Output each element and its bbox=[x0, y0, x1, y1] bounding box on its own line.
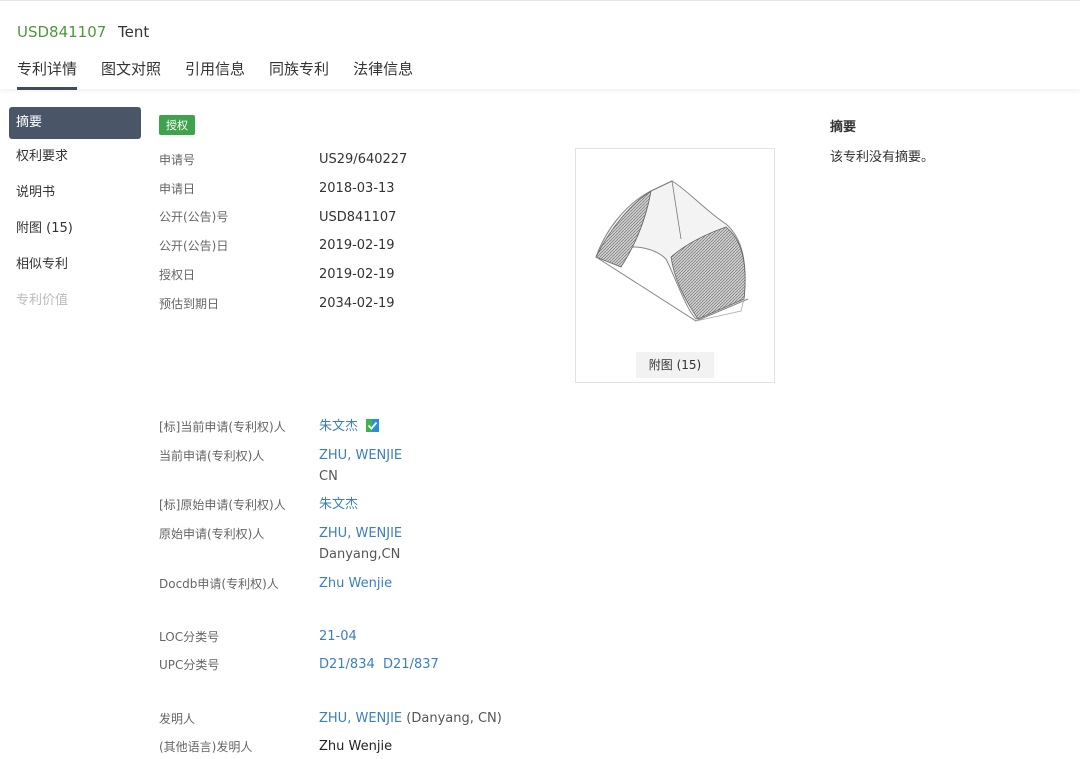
abstract-title: 摘要 bbox=[830, 120, 857, 135]
sidebar-item-abstract[interactable]: 摘要 bbox=[9, 107, 141, 139]
tab-legal-info[interactable]: 法律信息 bbox=[353, 59, 413, 87]
status-badge: 授权 bbox=[159, 115, 195, 135]
tab-image-text[interactable]: 图文对照 bbox=[101, 59, 161, 87]
sidebar-item-claims[interactable]: 权利要求 bbox=[9, 141, 141, 177]
patent-number: USD841107 bbox=[17, 23, 107, 41]
tab-family-patents[interactable]: 同族专利 bbox=[269, 59, 329, 87]
grant-date-value: 2019-02-19 bbox=[319, 267, 395, 282]
tent-drawing-image bbox=[595, 180, 749, 322]
tab-bar: 专利详情 图文对照 引用信息 同族专利 法律信息 bbox=[17, 59, 437, 90]
original-applicant-link[interactable]: ZHU, WENJIE bbox=[319, 526, 402, 541]
verified-check-icon bbox=[366, 419, 380, 432]
abstract-text: 该专利没有摘要。 bbox=[830, 150, 935, 165]
publication-number-label: 公开(公告)号 bbox=[159, 210, 229, 224]
grant-date-label: 授权日 bbox=[159, 268, 196, 282]
loc-class-link[interactable]: 21-04 bbox=[319, 629, 357, 644]
tab-citation-info[interactable]: 引用信息 bbox=[185, 59, 245, 87]
application-date-value: 2018-03-13 bbox=[319, 181, 395, 196]
std-current-applicant-link[interactable]: 朱文杰 bbox=[319, 419, 358, 434]
std-current-applicant-value-wrap: 朱文杰 bbox=[319, 416, 380, 437]
sidebar-item-description[interactable]: 说明书 bbox=[9, 177, 141, 213]
current-applicant-value-wrap: ZHU, WENJIE CN bbox=[319, 445, 402, 487]
std-original-applicant-label: [标]原始申请(专利权)人 bbox=[159, 498, 286, 512]
inventor-value-wrap: ZHU, WENJIE (Danyang, CN) bbox=[319, 708, 502, 729]
other-lang-inventor-label: (其他语言)发明人 bbox=[159, 740, 253, 754]
inventor-label: 发明人 bbox=[159, 712, 196, 726]
inventor-link[interactable]: ZHU, WENJIE bbox=[319, 711, 402, 726]
page-header: USD841107 Tent 专利详情 图文对照 引用信息 同族专利 法律信息 bbox=[0, 0, 1080, 90]
current-applicant-country: CN bbox=[319, 469, 338, 484]
sidebar: 摘要 权利要求 说明书 附图 (15) 相似专利 专利价值 bbox=[9, 107, 141, 321]
upc-class-link-2[interactable]: D21/837 bbox=[383, 657, 439, 672]
std-original-applicant-value-wrap: 朱文杰 bbox=[319, 494, 358, 515]
publication-number-value: USD841107 bbox=[319, 210, 397, 225]
docdb-applicant-value-wrap: Zhu Wenjie bbox=[319, 573, 392, 594]
publication-date-value: 2019-02-19 bbox=[319, 238, 395, 253]
sidebar-item-figures[interactable]: 附图 (15) bbox=[9, 213, 141, 249]
std-current-applicant-label: [标]当前申请(专利权)人 bbox=[159, 420, 286, 434]
tab-patent-details[interactable]: 专利详情 bbox=[17, 59, 78, 90]
upc-class-link-1[interactable]: D21/834 bbox=[319, 657, 375, 672]
current-applicant-label: 当前申请(专利权)人 bbox=[159, 449, 265, 463]
docdb-applicant-link[interactable]: Zhu Wenjie bbox=[319, 576, 392, 591]
application-number-value: US29/640227 bbox=[319, 152, 408, 167]
sidebar-item-similar-patents[interactable]: 相似专利 bbox=[9, 249, 141, 285]
patent-title: Tent bbox=[118, 23, 150, 41]
docdb-applicant-label: Docdb申请(专利权)人 bbox=[159, 577, 279, 591]
publication-date-label: 公开(公告)日 bbox=[159, 239, 229, 253]
loc-class-label: LOC分类号 bbox=[159, 630, 220, 644]
original-applicant-value-wrap: ZHU, WENJIE Danyang,CN bbox=[319, 523, 402, 565]
original-applicant-label: 原始申请(专利权)人 bbox=[159, 527, 265, 541]
sidebar-item-patent-value: 专利价值 bbox=[16, 293, 69, 308]
expiry-date-label: 预估到期日 bbox=[159, 297, 220, 311]
loc-class-value-wrap: 21-04 bbox=[319, 626, 357, 647]
other-lang-inventor-value: Zhu Wenjie bbox=[319, 739, 393, 754]
expiry-date-value: 2034-02-19 bbox=[319, 296, 395, 311]
std-original-applicant-link[interactable]: 朱文杰 bbox=[319, 497, 358, 512]
application-number-label: 申请号 bbox=[159, 153, 196, 167]
upc-class-label: UPC分类号 bbox=[159, 658, 220, 672]
inventor-location: (Danyang, CN) bbox=[406, 711, 502, 726]
patent-figure-card[interactable]: 附图 (15) bbox=[575, 148, 775, 383]
application-date-label: 申请日 bbox=[159, 182, 196, 196]
original-applicant-location: Danyang,CN bbox=[319, 547, 401, 562]
figure-caption[interactable]: 附图 (15) bbox=[636, 352, 714, 378]
current-applicant-link[interactable]: ZHU, WENJIE bbox=[319, 448, 402, 463]
upc-class-value-wrap: D21/834 D21/837 bbox=[319, 654, 439, 675]
